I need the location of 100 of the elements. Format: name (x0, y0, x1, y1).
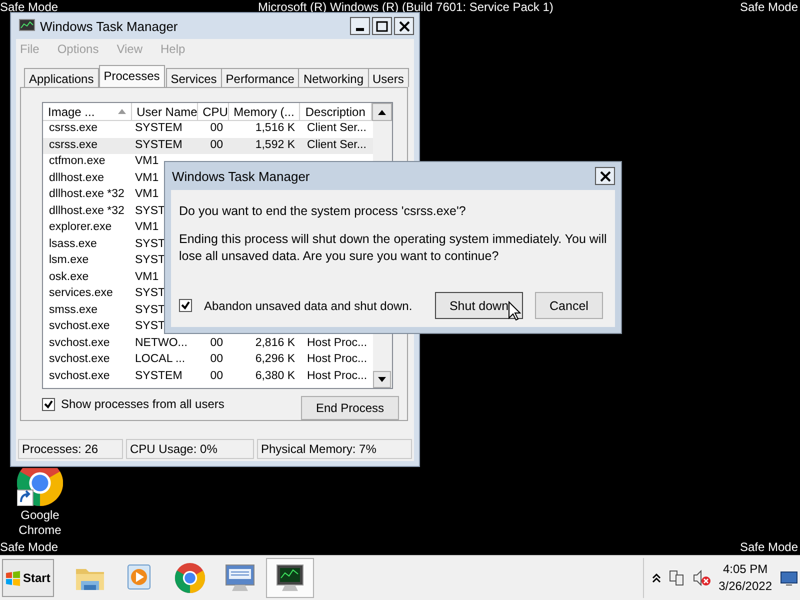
table-cell: dllhost.exe (49, 172, 104, 184)
check-icon (181, 301, 190, 310)
table-cell: SYST (135, 304, 166, 316)
column-header[interactable]: CPU (198, 103, 229, 121)
column-header[interactable]: Memory (... (228, 103, 300, 121)
monitor-icon[interactable] (780, 570, 798, 586)
close-icon (600, 170, 610, 182)
table-cell: dllhost.exe *32 (49, 188, 124, 200)
table-cell: 6,296 K (255, 353, 295, 365)
table-cell: svchost.exe (49, 336, 110, 348)
shut-down-button[interactable]: Shut down (435, 292, 523, 319)
close-button[interactable] (394, 17, 414, 35)
table-cell: 6,380 K (255, 370, 295, 382)
tab[interactable]: Processes (98, 65, 165, 87)
table-cell: VM1 (135, 155, 159, 167)
table-cell: Host Proc... (307, 370, 368, 382)
table-cell: smss.exe (49, 304, 98, 316)
maximize-icon (376, 20, 388, 32)
safe-mode-label: Safe Mode (0, 540, 58, 554)
table-cell: Host Proc... (307, 336, 368, 348)
close-icon (398, 20, 410, 32)
column-header[interactable]: User Name (132, 103, 198, 121)
table-cell: 00 (210, 122, 223, 134)
table-cell: SYST (135, 204, 166, 216)
clock-time[interactable]: 4:05 PM (722, 561, 768, 578)
table-cell: lsm.exe (49, 254, 89, 266)
table-cell: 1,516 K (255, 122, 295, 134)
table-cell: lsass.exe (49, 238, 97, 250)
safe-mode-label: Safe Mode (0, 0, 58, 14)
cancel-button[interactable]: Cancel (535, 292, 603, 319)
table-cell: SYSTEM (135, 122, 182, 134)
scroll-up-button[interactable] (372, 103, 392, 121)
table-cell: SYSTEM (135, 370, 182, 382)
dialog-title: Windows Task Manager (172, 168, 310, 184)
network-icon[interactable] (668, 570, 685, 586)
table-cell: ctfmon.exe (49, 155, 106, 167)
table-cell: 1,592 K (255, 138, 295, 150)
safe-mode-label: Safe Mode (740, 540, 798, 554)
chrome-icon (173, 561, 207, 595)
chevron-icon[interactable] (652, 573, 661, 583)
check-icon (44, 400, 53, 408)
taskbar-button[interactable] (266, 558, 314, 598)
status-field: CPU Usage: 0% (126, 439, 254, 459)
table-cell: LOCAL ... (135, 353, 186, 365)
monitor-icon (19, 19, 35, 33)
scroll-down-button[interactable] (373, 371, 391, 388)
table-cell: SYST (135, 287, 166, 299)
table-cell: SYSTEM (135, 138, 182, 150)
tab[interactable]: Applications (24, 68, 99, 87)
table-cell: Client Ser... (307, 122, 366, 134)
table-cell: VM1 (135, 270, 159, 282)
clock-date[interactable]: 3/26/2022 (718, 578, 772, 595)
table-cell: services.exe (49, 287, 113, 299)
table-cell: SYST (135, 238, 166, 250)
table-cell: svchost.exe (49, 370, 110, 382)
safe-mode-label: Safe Mode (740, 0, 798, 14)
windows-logo-icon (5, 570, 21, 586)
end-process-button[interactable]: End Process (301, 396, 399, 420)
minimize-icon (356, 28, 364, 31)
tab[interactable]: Services (166, 68, 222, 87)
table-row[interactable]: svchost.exe LOCAL ... 00 6,296 K Host Proc... (43, 352, 373, 368)
table-cell: dllhost.exe *32 (49, 204, 124, 216)
table-cell: 00 (210, 336, 223, 348)
table-cell: VM1 (135, 172, 159, 184)
start-button[interactable]: Start (2, 559, 54, 597)
up-arrow-icon (378, 110, 386, 114)
checkbox-label: Show processes from all users (61, 397, 224, 411)
status-field: Physical Memory: 7% (257, 439, 412, 459)
table-cell: 2,816 K (255, 336, 295, 348)
table-cell: csrss.exe (49, 138, 98, 150)
close-button[interactable] (595, 167, 615, 185)
table-cell: SYST (135, 254, 166, 266)
status-field: Processes: 26 (18, 439, 123, 459)
column-header[interactable]: Description (300, 103, 372, 121)
table-cell: svchost.exe (49, 353, 110, 365)
table-cell: 00 (210, 353, 223, 365)
checkbox[interactable] (179, 299, 192, 312)
maximize-button[interactable] (372, 17, 392, 35)
checkbox-label: Abandon unsaved data and shut down. (204, 298, 412, 312)
tab[interactable]: Networking (298, 68, 368, 87)
table-row[interactable]: csrss.exe SYSTEM 00 1,516 K Client Ser... (43, 121, 373, 138)
column-header[interactable]: Image ... (43, 103, 132, 121)
icon-label[interactable]: Google Chrome (10, 508, 70, 538)
table-cell: csrss.exe (49, 122, 98, 134)
table-cell: Host Proc... (307, 353, 368, 365)
dialog-message: Ending this process will shut down the operating system immediately. You will lose all unsaved data. Are you sure you want to continue? (179, 231, 608, 265)
minimize-button[interactable] (350, 17, 370, 35)
muted-speaker-icon[interactable] (692, 570, 711, 586)
table-cell: 00 (210, 370, 223, 382)
selected-row[interactable]: csrss.exe SYSTEM 00 1,592 K Client Ser... (43, 138, 373, 154)
checkbox[interactable] (42, 398, 55, 410)
dialog-question: Do you want to end the system process 'csrss.exe'? (179, 204, 467, 218)
table-cell: Client Ser... (307, 138, 366, 150)
table-cell: explorer.exe (49, 221, 112, 233)
table-cell: VM1 (135, 221, 159, 233)
table-row[interactable]: svchost.exe NETWO... 00 2,816 K Host Proc... (43, 336, 373, 352)
cursor-icon (508, 301, 521, 321)
down-arrow-icon (378, 377, 386, 382)
table-row[interactable]: svchost.exe SYSTEM 00 6,380 K Host Proc... (43, 368, 373, 385)
tab[interactable]: Users (368, 68, 409, 87)
